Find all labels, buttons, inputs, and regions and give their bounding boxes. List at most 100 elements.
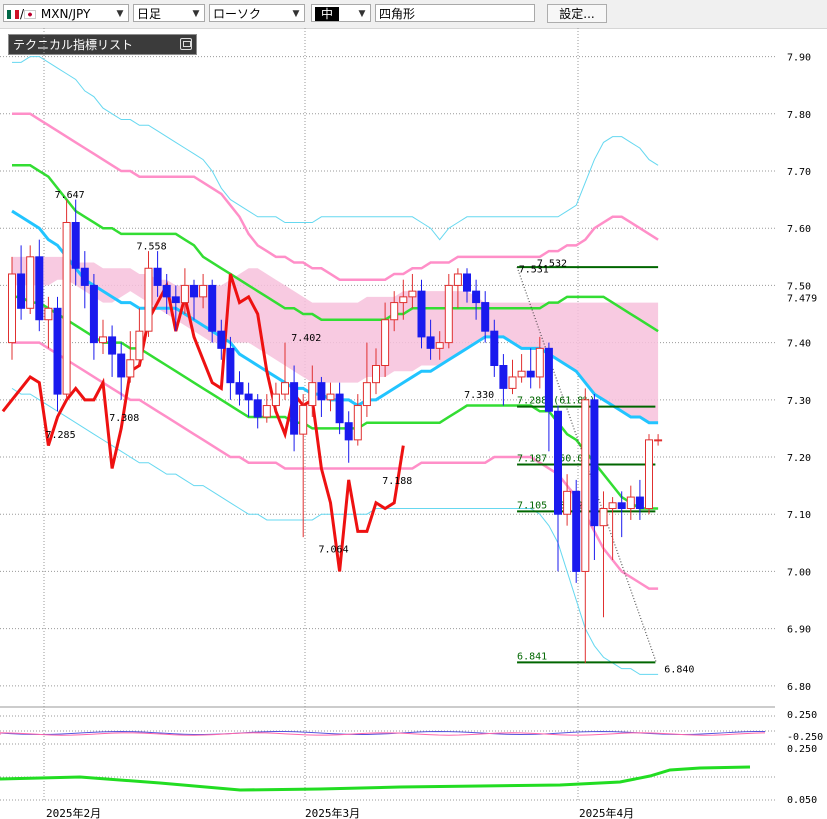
price-annotation: 7.558 bbox=[137, 241, 167, 252]
y-tick-label: 7.60 bbox=[787, 224, 811, 235]
candle-body bbox=[271, 393, 280, 407]
fibo-level-label: 6.841 bbox=[517, 651, 547, 662]
candle-body bbox=[153, 267, 162, 286]
candle-body bbox=[335, 393, 344, 424]
candle-body bbox=[253, 399, 262, 418]
candle-body bbox=[262, 405, 271, 418]
candle-body bbox=[108, 336, 117, 355]
candle-body bbox=[190, 284, 198, 298]
candle-body bbox=[572, 490, 581, 572]
y-axis: 7.90 7.80 7.70 7.60 7.507.479 7.40 7.30 7.20 7.1… bbox=[787, 53, 817, 693]
sub-tick-label: 0.250 bbox=[787, 744, 817, 755]
candle-body bbox=[89, 284, 98, 344]
y-tick-label: 6.90 bbox=[787, 625, 811, 636]
oscillator-panel: 0.250-0.2500.2500.050 bbox=[0, 706, 823, 806]
candle-body bbox=[362, 382, 371, 407]
price-annotation: 7.532 bbox=[537, 259, 567, 270]
price-annotation: 7.402 bbox=[291, 333, 321, 344]
candle-body bbox=[208, 284, 217, 332]
candle-body bbox=[162, 284, 171, 298]
candle-body bbox=[126, 359, 135, 378]
osc-line-3 bbox=[0, 765, 751, 792]
candle-body bbox=[581, 399, 590, 572]
sub-tick-label: -0.250 bbox=[787, 732, 823, 743]
candle-body bbox=[44, 307, 53, 321]
candle-body bbox=[135, 330, 144, 361]
y-tick-label: 7.70 bbox=[787, 167, 811, 178]
x-tick-label: 2025年2月 bbox=[46, 806, 101, 819]
candle-body bbox=[226, 347, 235, 384]
price-annotation: 7.647 bbox=[55, 190, 85, 201]
candle-body bbox=[426, 336, 435, 349]
bollinger-upper2-line bbox=[12, 56, 659, 241]
candle-body bbox=[199, 284, 208, 298]
candle-body bbox=[490, 330, 499, 367]
y-tick-label: 7.50 bbox=[787, 281, 811, 292]
candle-body bbox=[144, 267, 153, 332]
candle-body bbox=[554, 410, 562, 515]
candle-body bbox=[308, 382, 317, 407]
candle-body bbox=[590, 399, 599, 527]
candle-body bbox=[535, 347, 544, 378]
candle-body bbox=[617, 502, 626, 510]
candle-body bbox=[399, 296, 408, 304]
y-tick-label: 7.00 bbox=[787, 567, 811, 578]
candle-body bbox=[435, 342, 444, 349]
candle-body bbox=[53, 307, 62, 395]
candle-body bbox=[417, 290, 426, 338]
candle-body bbox=[390, 302, 399, 321]
candle-body bbox=[463, 273, 471, 292]
candle-body bbox=[408, 290, 417, 298]
y-tick-label: 7.20 bbox=[787, 453, 811, 464]
candle-body bbox=[299, 405, 308, 435]
candle-body bbox=[290, 382, 299, 435]
candle-body bbox=[99, 336, 107, 344]
candle-body bbox=[235, 382, 244, 395]
candle-body bbox=[353, 405, 362, 441]
price-annotation: 7.064 bbox=[319, 545, 349, 556]
y-tick-label: 7.90 bbox=[787, 53, 811, 64]
candle-body bbox=[281, 382, 289, 395]
price-annotation: 7.285 bbox=[46, 430, 76, 441]
candle-body bbox=[71, 221, 80, 269]
x-tick-label: 2025年4月 bbox=[579, 806, 634, 819]
candle-body bbox=[453, 273, 462, 286]
candle-body bbox=[372, 365, 380, 384]
price-annotation: 7.188 bbox=[382, 476, 412, 487]
candle-body bbox=[117, 353, 126, 378]
x-axis: 2025年2月 2025年3月 2025年4月 bbox=[46, 806, 634, 819]
y-tick-label: 7.30 bbox=[787, 396, 811, 407]
y-tick-label: 7.479 bbox=[787, 293, 817, 304]
candle-body bbox=[17, 273, 26, 309]
y-tick-label: 7.10 bbox=[787, 510, 811, 521]
candle-body bbox=[26, 256, 35, 309]
y-tick-label: 7.40 bbox=[787, 339, 811, 350]
candle-body bbox=[8, 273, 16, 344]
candle-body bbox=[317, 382, 326, 401]
candle-body bbox=[626, 496, 635, 510]
bollinger-upper1-line bbox=[12, 112, 659, 281]
candle-body bbox=[62, 221, 71, 395]
price-annotation: 7.308 bbox=[109, 413, 139, 424]
candle-body bbox=[654, 439, 663, 442]
sub-tick-label: 0.050 bbox=[787, 795, 817, 806]
candle-body bbox=[180, 284, 189, 304]
candle-body bbox=[645, 439, 653, 510]
candle-body bbox=[381, 319, 390, 366]
candle-body bbox=[472, 290, 481, 304]
y-tick-label: 7.80 bbox=[787, 110, 811, 121]
price-annotation: 6.840 bbox=[664, 665, 694, 676]
candle-body bbox=[444, 284, 453, 344]
x-tick-label: 2025年3月 bbox=[305, 806, 360, 819]
candle-body bbox=[326, 393, 335, 401]
price-annotation: 7.330 bbox=[464, 390, 494, 401]
sub-tick-label: 0.250 bbox=[787, 710, 817, 721]
candle-body bbox=[217, 330, 226, 349]
candle-body bbox=[344, 422, 353, 441]
candle-body bbox=[80, 267, 89, 286]
candle-body bbox=[608, 502, 617, 510]
candle-body bbox=[517, 370, 526, 378]
candle-body bbox=[544, 347, 553, 412]
candle-body bbox=[635, 496, 644, 510]
candle-body bbox=[508, 376, 517, 389]
